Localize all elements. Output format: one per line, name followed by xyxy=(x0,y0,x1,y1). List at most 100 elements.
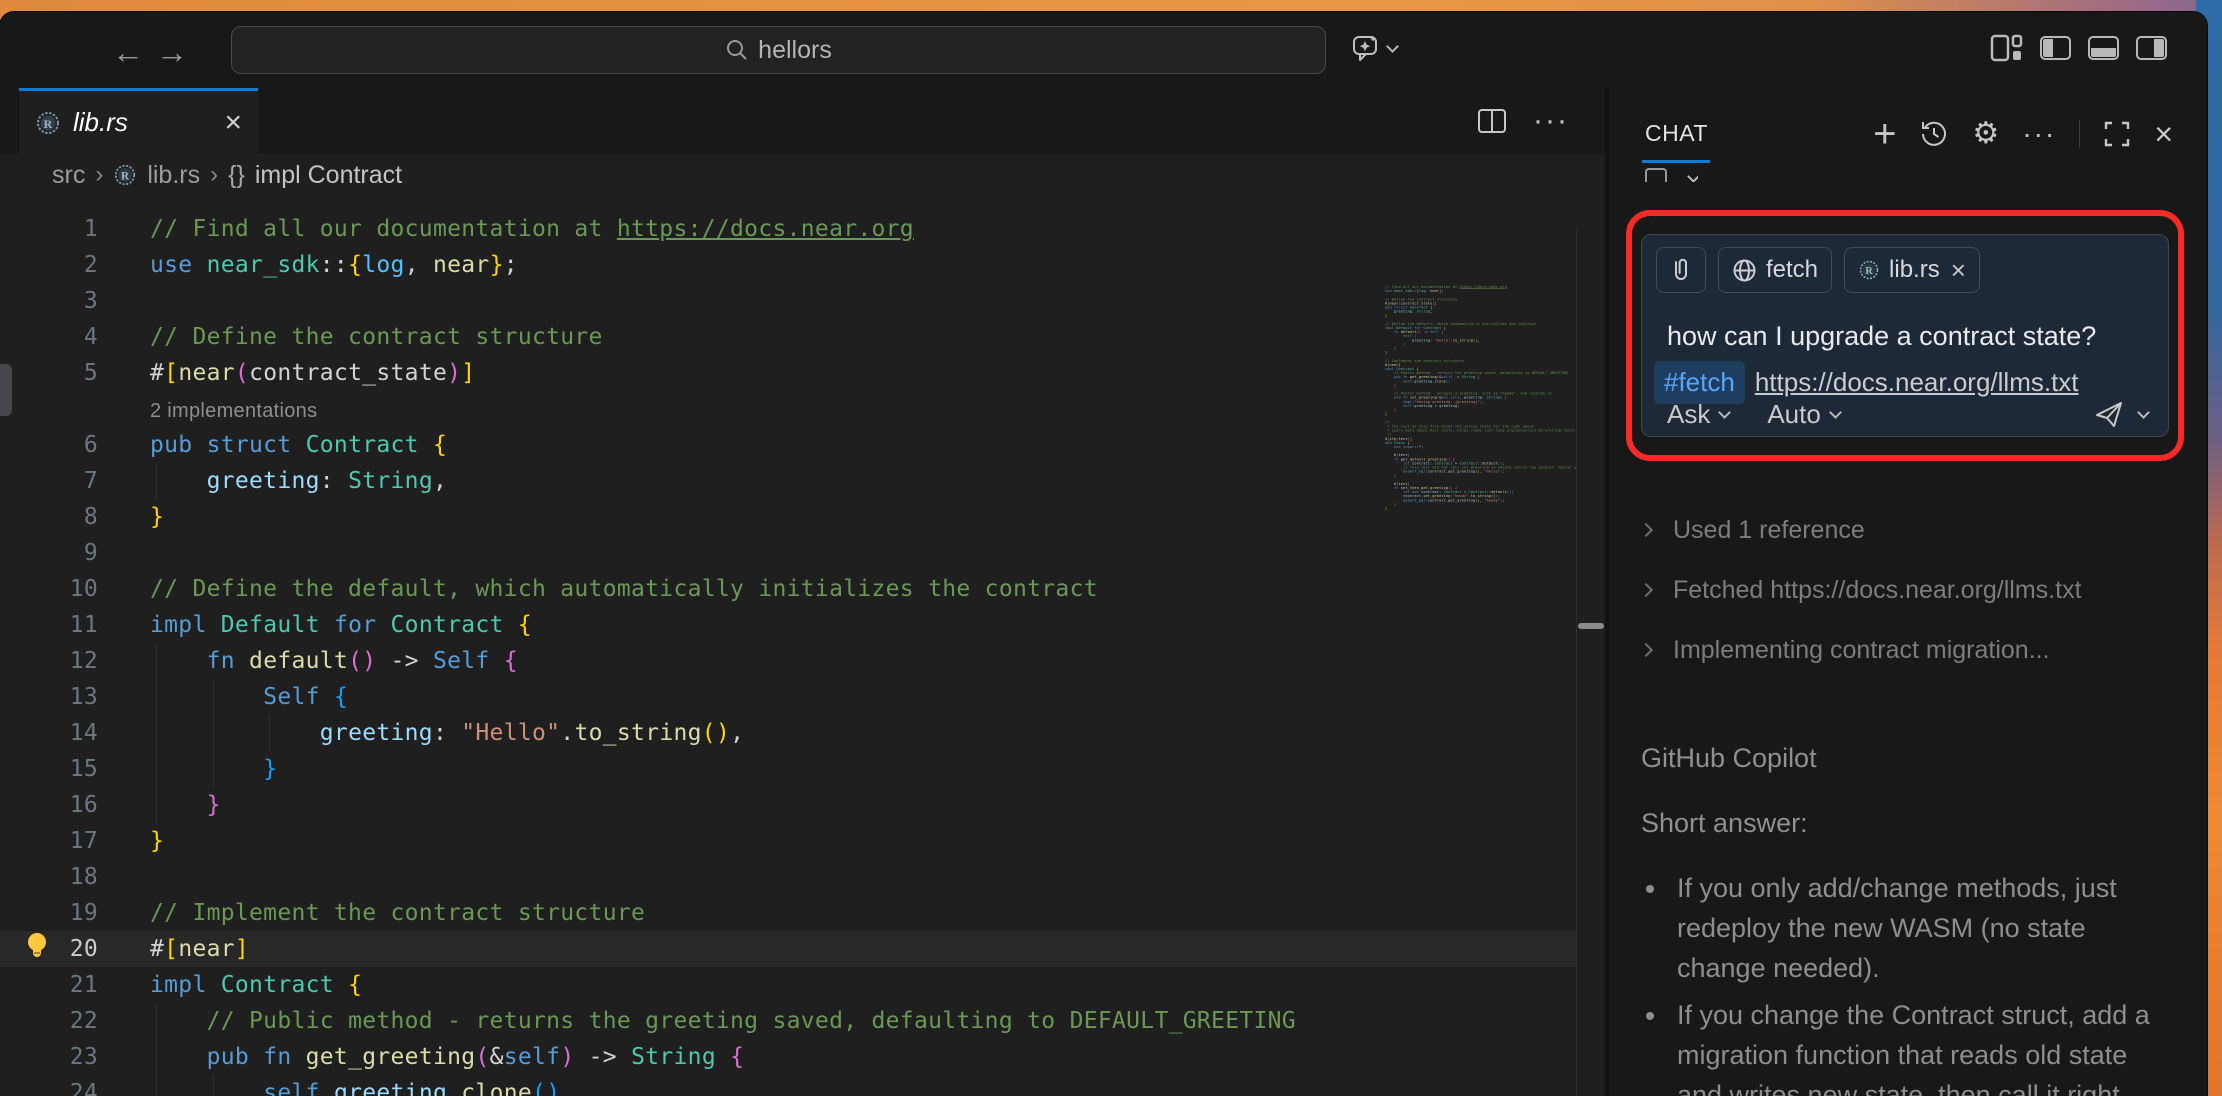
chat-step[interactable]: Used 1 reference xyxy=(1641,500,2181,560)
chevron-right-icon xyxy=(1639,523,1653,537)
tab-close-icon[interactable]: × xyxy=(224,108,242,138)
send-options-chevron-icon[interactable] xyxy=(2137,406,2150,419)
maximize-panel-icon[interactable] xyxy=(2103,120,2131,148)
prompt-url-link[interactable]: https://docs.near.org/llms.txt xyxy=(1755,367,2079,398)
code-line[interactable]: 1// Find all our documentation at https:… xyxy=(0,211,1576,247)
code-editor[interactable]: 1 // Find all our documentation at https:… xyxy=(0,196,1605,1096)
line-number: 22 xyxy=(0,1003,98,1039)
mode-label: Ask xyxy=(1667,399,1710,430)
paperclip-icon xyxy=(1670,257,1692,283)
code-line[interactable]: 6pub struct Contract { xyxy=(0,427,1576,463)
customize-layout-icon[interactable] xyxy=(1990,34,2023,62)
toggle-panel-icon[interactable] xyxy=(2088,36,2119,60)
chat-input-box[interactable]: fetch R lib.rs × how can I upgrade a con… xyxy=(1641,234,2169,437)
code-line[interactable]: 21impl Contract { xyxy=(0,967,1576,1003)
code-line[interactable]: 8} xyxy=(0,499,1576,535)
code-line[interactable]: 13 Self { xyxy=(0,679,1576,715)
chat-progress-steps: Used 1 referenceFetched https://docs.nea… xyxy=(1641,500,2181,680)
chevron-down-icon xyxy=(1687,170,1698,182)
clipped-icon xyxy=(1645,168,1667,182)
code-line[interactable]: 5#[near(contract_state)] xyxy=(0,355,1576,391)
breadcrumb-symbol[interactable]: impl Contract xyxy=(255,161,402,190)
new-chat-icon[interactable]: + xyxy=(1873,120,1896,148)
settings-gear-icon[interactable]: ⚙ xyxy=(1972,119,1999,149)
rust-file-icon: R xyxy=(35,110,61,136)
command-center-search[interactable]: hellors xyxy=(231,26,1326,74)
copilot-menu-button[interactable] xyxy=(1350,32,1397,64)
line-number: 8 xyxy=(0,499,98,535)
copilot-chat-icon xyxy=(1350,32,1382,64)
breadcrumb[interactable]: src › R lib.rs › {} impl Contract xyxy=(0,154,1605,196)
code-line[interactable]: 20#[near] xyxy=(0,931,1576,967)
search-value: hellors xyxy=(758,36,832,65)
search-icon xyxy=(725,38,749,62)
model-dropdown[interactable]: Auto xyxy=(1767,399,1840,430)
globe-icon xyxy=(1732,258,1757,283)
code-line[interactable]: 9 xyxy=(0,535,1576,571)
code-line[interactable]: 19// Implement the contract structure xyxy=(0,895,1576,931)
code-line[interactable]: 24 self.greeting.clone() xyxy=(0,1075,1576,1096)
split-editor-icon[interactable] xyxy=(1477,108,1507,134)
line-number: 18 xyxy=(0,859,98,895)
line-number: 24 xyxy=(0,1075,98,1096)
toggle-secondary-sidebar-icon[interactable] xyxy=(2136,36,2167,60)
codelens-implementations[interactable]: 2 implementations xyxy=(0,391,1576,427)
answer-bullet: If you change the Contract struct, add a… xyxy=(1669,995,2155,1096)
model-label: Auto xyxy=(1767,399,1821,430)
sidebar-drag-handle[interactable] xyxy=(0,364,12,416)
editor-scrollbar[interactable] xyxy=(1576,228,1605,1096)
breadcrumb-file[interactable]: lib.rs xyxy=(147,161,200,190)
editor-group: R lib.rs × ··· src › R lib.rs › xyxy=(0,88,1605,1096)
code-line[interactable]: 12 fn default() -> Self { xyxy=(0,643,1576,679)
code-line[interactable]: 7 greeting: String, xyxy=(0,463,1576,499)
line-number: 5 xyxy=(0,355,98,391)
code-line[interactable]: 23 pub fn get_greeting(&self) -> String … xyxy=(0,1039,1576,1075)
close-panel-icon[interactable]: × xyxy=(2154,120,2173,148)
chat-header: CHAT + ⚙ ··· × xyxy=(1609,88,2207,166)
forward-icon[interactable]: → xyxy=(152,34,192,71)
line-number: 1 xyxy=(0,211,98,247)
back-icon[interactable]: ← xyxy=(108,34,148,71)
send-icon[interactable] xyxy=(2093,398,2125,430)
tab-chat[interactable]: CHAT xyxy=(1645,120,1708,147)
chat-step[interactable]: Implementing contract migration... xyxy=(1641,620,2181,680)
code-line[interactable]: 10// Define the default, which automatic… xyxy=(0,571,1576,607)
line-number: 4 xyxy=(0,319,98,355)
code-line[interactable]: 18 xyxy=(0,859,1576,895)
code-line[interactable]: 3 xyxy=(0,283,1576,319)
code-line[interactable]: 22 // Public method - returns the greeti… xyxy=(0,1003,1576,1039)
line-number: 14 xyxy=(0,715,98,751)
line-number: 13 xyxy=(0,679,98,715)
svg-text:R: R xyxy=(1865,266,1873,277)
attach-context-button[interactable] xyxy=(1656,247,1706,293)
line-number: 10 xyxy=(0,571,98,607)
chat-answer-intro: Short answer: xyxy=(1641,808,1808,839)
context-chip-fetch[interactable]: fetch xyxy=(1718,247,1832,293)
collapsed-request-toolbar xyxy=(1645,168,1698,182)
chat-step[interactable]: Fetched https://docs.near.org/llms.txt xyxy=(1641,560,2181,620)
chat-more-actions-icon[interactable]: ··· xyxy=(2022,118,2056,150)
title-bar: ← → hellors xyxy=(0,12,2207,88)
breadcrumb-src[interactable]: src xyxy=(52,161,85,190)
code-line[interactable]: 2use near_sdk::{log, near}; xyxy=(0,247,1576,283)
code-line[interactable]: 11impl Default for Contract { xyxy=(0,607,1576,643)
mode-dropdown[interactable]: Ask xyxy=(1667,399,1729,430)
code-line[interactable]: 16 } xyxy=(0,787,1576,823)
context-chip-file[interactable]: R lib.rs × xyxy=(1844,247,1980,293)
chevron-down-icon xyxy=(1829,406,1842,419)
code-line[interactable]: 15 } xyxy=(0,751,1576,787)
scrollbar-handle[interactable] xyxy=(1578,623,1604,629)
code-line[interactable]: 14 greeting: "Hello".to_string(), xyxy=(0,715,1576,751)
history-icon[interactable] xyxy=(1919,119,1949,149)
line-number: 15 xyxy=(0,751,98,787)
toggle-primary-sidebar-icon[interactable] xyxy=(2040,36,2071,60)
tab-lib-rs[interactable]: R lib.rs × xyxy=(19,88,258,154)
chat-prompt-text[interactable]: how can I upgrade a contract state? xyxy=(1667,321,2096,352)
code-line[interactable]: 4// Define the contract structure xyxy=(0,319,1576,355)
code-line[interactable]: 17} xyxy=(0,823,1576,859)
lightbulb-icon[interactable] xyxy=(24,931,50,961)
answer-bullet: If you only add/change methods, just red… xyxy=(1669,868,2155,988)
editor-more-actions-icon[interactable]: ··· xyxy=(1533,104,1569,138)
minimap[interactable]: // Find all our documentation at https:/… xyxy=(1385,285,1576,525)
chip-close-icon[interactable]: × xyxy=(1951,255,1966,286)
